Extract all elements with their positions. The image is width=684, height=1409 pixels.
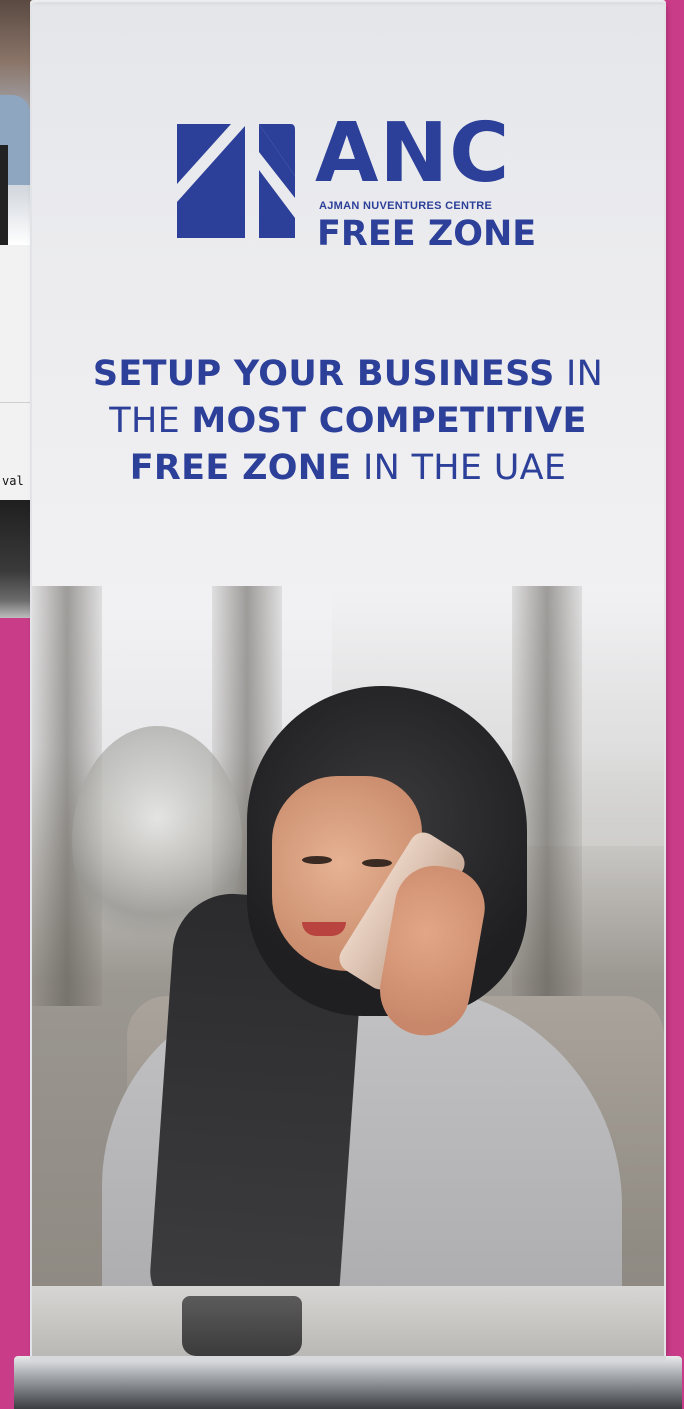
background-text-snippet: val S bbox=[2, 474, 36, 488]
background-object bbox=[0, 145, 8, 245]
photo-table bbox=[32, 1286, 664, 1358]
background-divider bbox=[0, 402, 36, 403]
headline-line2-bold: MOST COMPETITIVE bbox=[191, 401, 587, 441]
headline-line1-bold: SETUP YOUR BUSINESS bbox=[92, 354, 555, 394]
photo-mug bbox=[182, 1296, 302, 1356]
headline-line3-regular: IN THE UAE bbox=[351, 448, 567, 488]
banner-stand-slot bbox=[30, 1356, 666, 1362]
anc-logo: ANC AJMAN NUVENTURES CENTRE FREE ZONE bbox=[167, 106, 537, 254]
logo-subtitle: AJMAN NUVENTURES CENTRE bbox=[319, 200, 493, 212]
headline-line1-regular: IN bbox=[554, 354, 604, 394]
logo-anc-text: ANC bbox=[315, 106, 511, 201]
anc-logo-mark-icon bbox=[177, 124, 295, 238]
banner-headline: SETUP YOUR BUSINESS IN THE MOST COMPETIT… bbox=[32, 351, 664, 492]
banner-stand-base bbox=[14, 1356, 682, 1409]
logo-free-zone: FREE ZONE bbox=[317, 214, 537, 254]
headline-line2-regular: THE bbox=[109, 401, 192, 441]
background-screen: val S bbox=[0, 0, 36, 618]
rollup-banner: ANC AJMAN NUVENTURES CENTRE FREE ZONE SE… bbox=[32, 6, 664, 1358]
photo-eye-right bbox=[362, 859, 392, 867]
banner-photo bbox=[32, 566, 664, 1358]
background-device-bezel bbox=[0, 500, 36, 618]
headline-line3-bold: FREE ZONE bbox=[129, 448, 352, 488]
photo-eye-left bbox=[302, 856, 332, 864]
background-photo bbox=[0, 0, 36, 245]
